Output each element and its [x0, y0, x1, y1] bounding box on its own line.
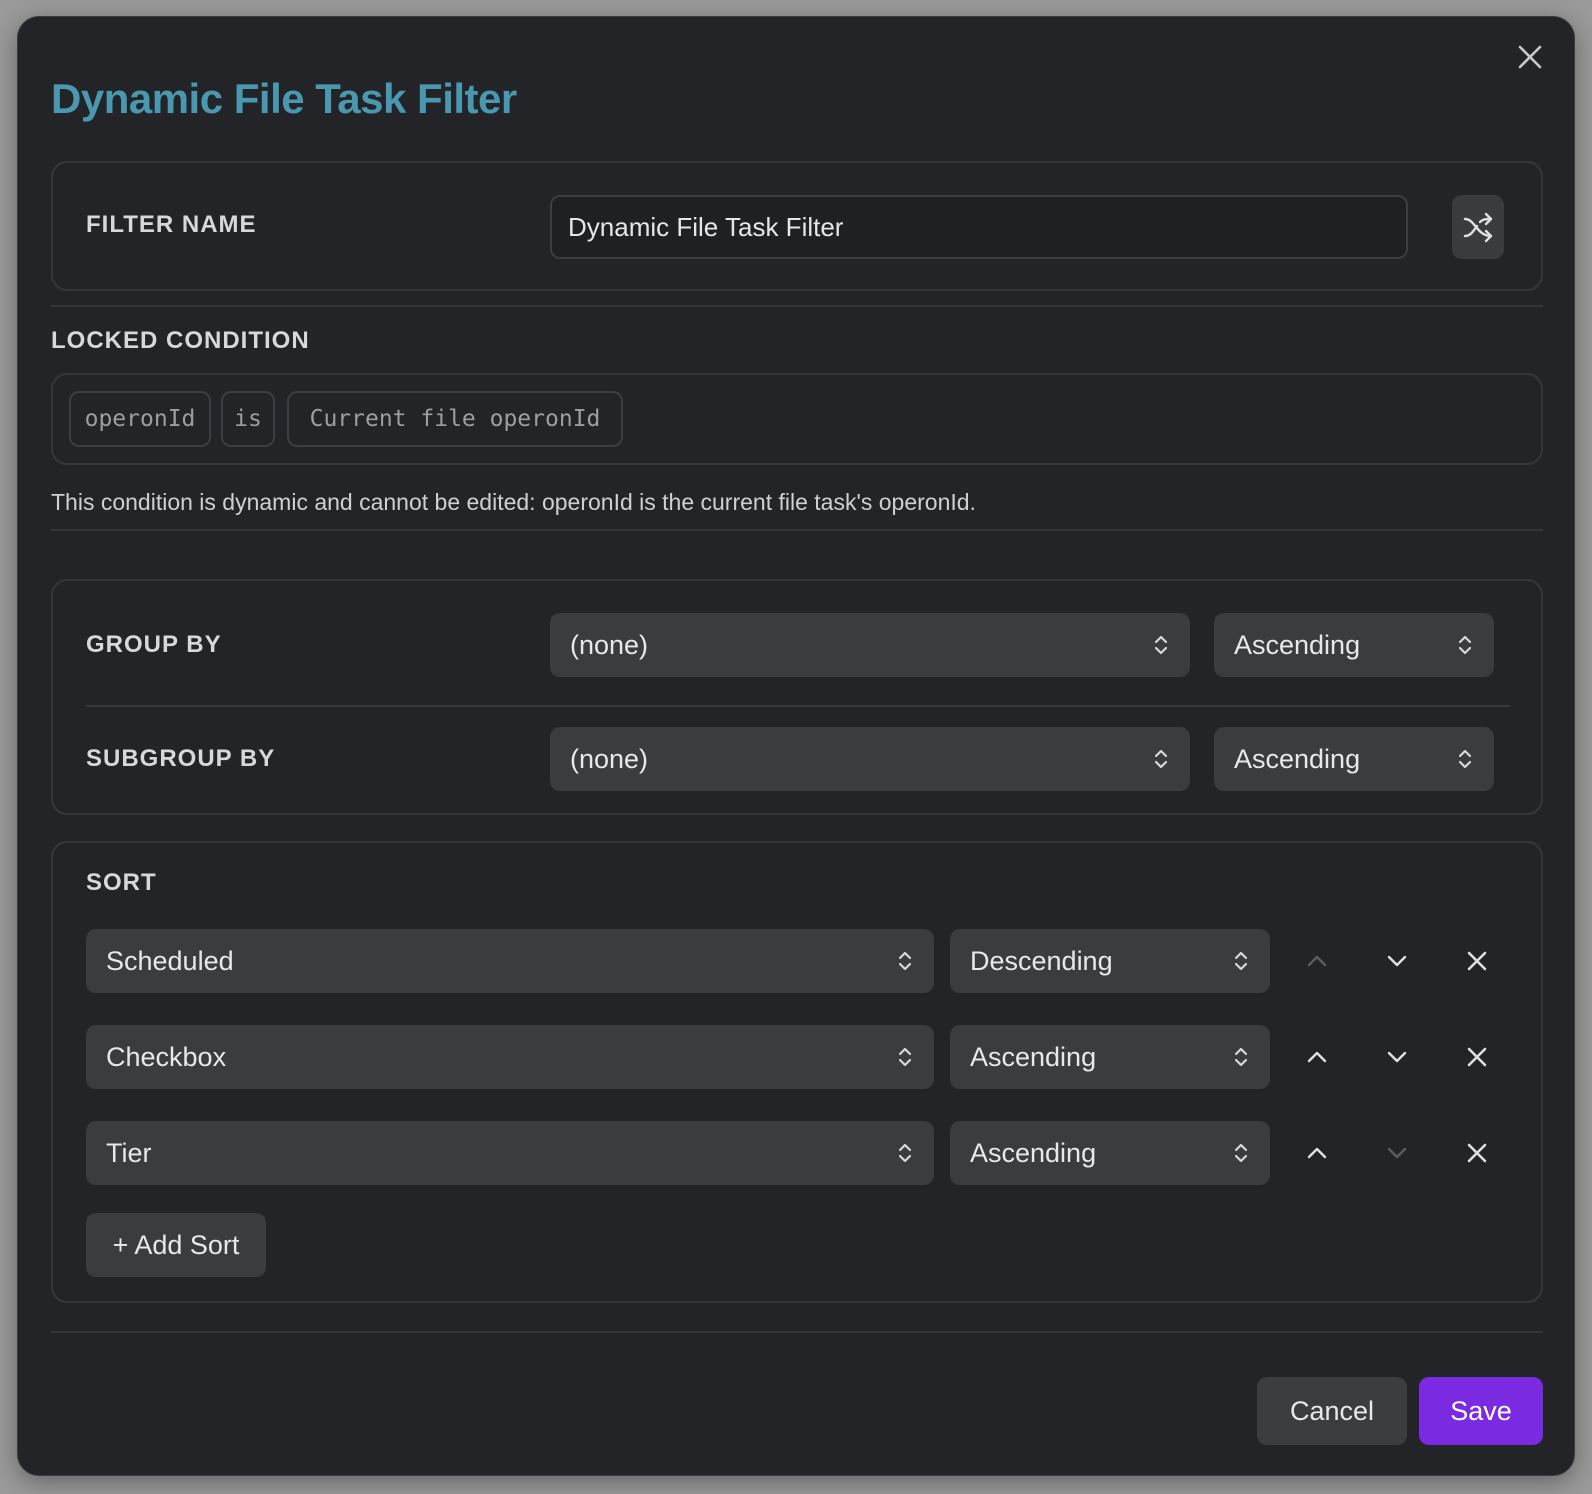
chevron-up-icon	[1307, 1051, 1327, 1063]
sort-order-value: Descending	[970, 945, 1113, 976]
subgroup-by-value: (none)	[570, 743, 649, 774]
move-down-button[interactable]	[1373, 1129, 1421, 1177]
chevron-updown-icon	[1234, 1047, 1248, 1067]
sort-field-select[interactable]: Tier	[86, 1121, 934, 1185]
locked-condition-label: LOCKED CONDITION	[51, 327, 310, 354]
close-icon	[1518, 45, 1542, 69]
sort-field-value: Checkbox	[106, 1041, 227, 1072]
chevron-updown-icon	[1234, 951, 1248, 971]
filter-name-input[interactable]	[550, 195, 1408, 259]
sort-field-select[interactable]: Scheduled	[86, 929, 934, 993]
section-divider	[51, 305, 1543, 307]
section-divider	[51, 529, 1543, 531]
sort-field-value: Tier	[106, 1137, 152, 1168]
dialog-title: Dynamic File Task Filter	[51, 75, 517, 122]
chevron-updown-icon	[1458, 635, 1472, 655]
cancel-button[interactable]: Cancel	[1257, 1377, 1407, 1445]
close-icon	[1467, 951, 1487, 971]
group-by-value: (none)	[570, 629, 649, 660]
move-up-button[interactable]	[1293, 1033, 1341, 1081]
remove-sort-button[interactable]	[1453, 1129, 1501, 1177]
condition-field-chip: operonId	[69, 391, 211, 447]
shuffle-icon	[1463, 212, 1493, 243]
chevron-down-icon	[1387, 955, 1407, 967]
filter-name-section: FILTER NAME	[51, 161, 1543, 291]
subgroup-by-select[interactable]: (none)	[550, 727, 1190, 791]
sort-label: SORT	[86, 869, 157, 896]
group-order-value: Ascending	[1234, 629, 1361, 660]
sort-field-select[interactable]: Checkbox	[86, 1025, 934, 1089]
grouping-divider	[86, 705, 1510, 707]
group-by-select[interactable]: (none)	[550, 613, 1190, 677]
save-button[interactable]: Save	[1419, 1377, 1543, 1445]
move-up-button[interactable]	[1293, 937, 1341, 985]
grouping-section: GROUP BY (none) Ascending SUBGROUP BY (n…	[51, 579, 1543, 815]
sort-order-value: Ascending	[970, 1041, 1097, 1072]
group-order-select[interactable]: Ascending	[1214, 613, 1494, 677]
sort-field-value: Scheduled	[106, 945, 234, 976]
close-button[interactable]	[1512, 39, 1548, 75]
remove-sort-button[interactable]	[1453, 1033, 1501, 1081]
subgroup-by-label: SUBGROUP BY	[86, 745, 276, 772]
chevron-updown-icon	[1154, 635, 1168, 655]
move-up-button[interactable]	[1293, 1129, 1341, 1177]
move-down-button[interactable]	[1373, 1033, 1421, 1081]
chevron-down-icon	[1387, 1147, 1407, 1159]
condition-operator-chip: is	[221, 391, 275, 447]
condition-value-chip: Current file operonId	[287, 391, 623, 447]
close-icon	[1467, 1143, 1487, 1163]
locked-condition-help: This condition is dynamic and cannot be …	[51, 489, 976, 515]
add-sort-button[interactable]: + Add Sort	[86, 1213, 266, 1277]
chevron-updown-icon	[1458, 749, 1472, 769]
sort-order-select[interactable]: Ascending	[950, 1121, 1270, 1185]
footer-divider	[51, 1331, 1543, 1333]
chevron-down-icon	[1387, 1051, 1407, 1063]
chevron-updown-icon	[1234, 1143, 1248, 1163]
sort-order-select[interactable]: Descending	[950, 929, 1270, 993]
move-down-button[interactable]	[1373, 937, 1421, 985]
filter-dialog: Dynamic File Task Filter FILTER NAME LOC…	[17, 16, 1575, 1476]
shuffle-button[interactable]	[1452, 195, 1504, 259]
filter-name-label: FILTER NAME	[86, 211, 257, 238]
remove-sort-button[interactable]	[1453, 937, 1501, 985]
chevron-up-icon	[1307, 1147, 1327, 1159]
chevron-updown-icon	[898, 1143, 912, 1163]
sort-section: SORT Scheduled Descending Checkbox Ascen…	[51, 841, 1543, 1303]
subgroup-order-select[interactable]: Ascending	[1214, 727, 1494, 791]
chevron-updown-icon	[1154, 749, 1168, 769]
locked-condition-box: operonId is Current file operonId	[51, 373, 1543, 465]
chevron-updown-icon	[898, 951, 912, 971]
chevron-updown-icon	[898, 1047, 912, 1067]
subgroup-order-value: Ascending	[1234, 743, 1361, 774]
sort-order-select[interactable]: Ascending	[950, 1025, 1270, 1089]
close-icon	[1467, 1047, 1487, 1067]
chevron-up-icon	[1307, 955, 1327, 967]
group-by-label: GROUP BY	[86, 631, 222, 658]
sort-order-value: Ascending	[970, 1137, 1097, 1168]
